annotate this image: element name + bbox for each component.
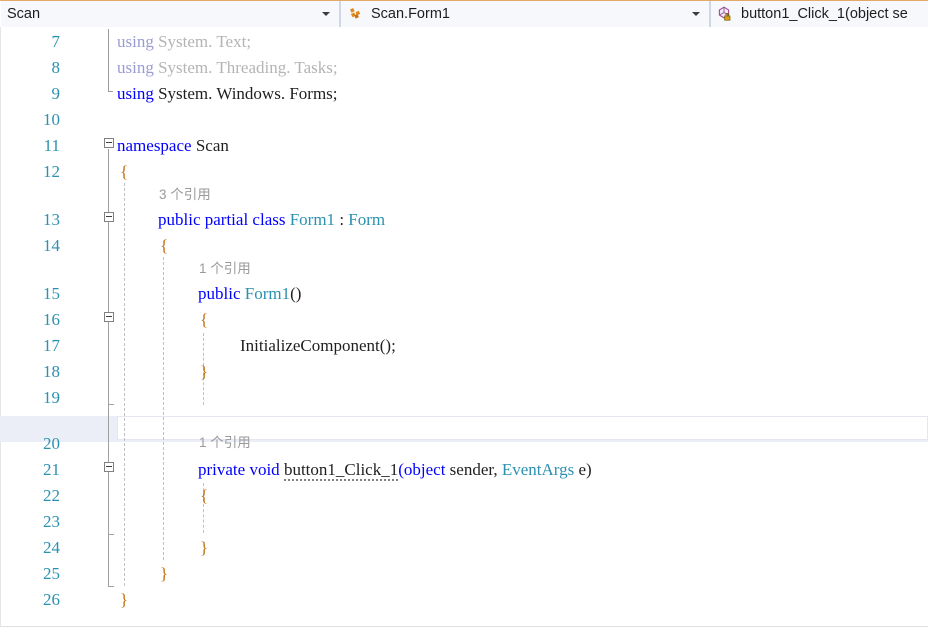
code-line-9: using System. Windows. Forms; <box>117 81 338 107</box>
code-line-14: { <box>160 233 168 259</box>
type-dropdown-label: Scan.Form1 <box>371 6 450 22</box>
member-dropdown-label: button1_Click_1(object se <box>741 6 908 22</box>
code-token-brace: { <box>200 486 209 505</box>
codelens-method-references[interactable]: 1 个引用 <box>199 429 251 455</box>
code-token-text: (); <box>379 336 396 355</box>
code-editor-surface[interactable]: 7 8 9 10 11 12 13 14 15 16 17 18 19 20 2… <box>0 27 928 627</box>
collapse-toggle-constructor[interactable] <box>104 312 114 322</box>
code-token-type: EventArgs <box>501 460 575 479</box>
collapse-toggle-namespace[interactable] <box>104 138 114 148</box>
line-number: 20 <box>43 434 60 453</box>
code-token-method-name: button1_Click_1 <box>283 460 399 481</box>
code-token-brace: { <box>120 162 129 181</box>
code-token-brace: } <box>200 362 209 381</box>
region-guide-using <box>108 29 109 91</box>
code-line-15: public Form1() <box>198 281 301 307</box>
code-token-type: Form1 <box>289 210 336 229</box>
code-token-identifier: Scan <box>191 136 229 155</box>
visual-studio-code-editor-window: Scan Scan.Form1 button1_Click_1(object s… <box>0 0 928 627</box>
indent-guide-level2 <box>163 257 165 560</box>
code-token-text: System. Threading. Tasks; <box>153 58 338 77</box>
line-number: 10 <box>43 110 60 129</box>
code-token-keyword: void <box>249 460 280 479</box>
code-token-parameter: e) <box>578 460 592 479</box>
project-dropdown[interactable]: Scan <box>0 1 340 27</box>
code-token-parameter: sender, <box>449 460 498 479</box>
region-guide-method-endcap <box>108 534 114 535</box>
collapse-toggle-class[interactable] <box>104 212 114 222</box>
code-line-17: InitializeComponent(); <box>240 333 396 359</box>
line-number: 8 <box>51 58 61 77</box>
line-number-gutter: 7 8 9 10 11 12 13 14 15 16 17 18 19 20 2… <box>0 27 72 627</box>
code-line-12: { <box>120 159 128 185</box>
chevron-down-icon <box>692 12 700 16</box>
code-token-brace: } <box>160 564 169 583</box>
navigation-bar: Scan Scan.Form1 button1_Click_1(object s… <box>0 0 928 27</box>
line-number: 25 <box>43 564 60 583</box>
code-line-25: } <box>120 587 128 613</box>
code-token-keyword: using <box>117 58 154 77</box>
method-private-icon <box>716 5 734 23</box>
line-number: 18 <box>43 362 60 381</box>
code-line-24: } <box>160 561 168 587</box>
indent-guide-level1 <box>124 183 126 586</box>
region-guide-constructor-endcap <box>108 404 114 405</box>
collapse-toggle-method[interactable] <box>104 462 114 472</box>
code-token-keyword: using <box>117 32 154 51</box>
line-number: 13 <box>43 210 60 229</box>
code-token-brace: { <box>200 310 209 329</box>
code-token-method-call: InitializeComponent <box>240 336 380 355</box>
line-number: 16 <box>43 310 60 329</box>
line-number: 26 <box>43 590 60 609</box>
line-number: 21 <box>43 460 60 479</box>
code-token-type: Form1 <box>244 284 291 303</box>
region-guide-using-endcap <box>108 91 113 92</box>
code-line-7: using System. Text; <box>117 29 251 55</box>
line-number: 17 <box>43 336 60 355</box>
code-token-brace: } <box>200 538 209 557</box>
outlining-margin[interactable] <box>100 27 120 627</box>
code-token-keyword: class <box>252 210 286 229</box>
line-number: 23 <box>43 512 60 531</box>
line-number: 7 <box>51 32 61 51</box>
code-token-keyword: public <box>158 210 201 229</box>
code-token-keyword: namespace <box>117 136 192 155</box>
codelens-constructor-references[interactable]: 1 个引用 <box>199 255 251 281</box>
line-number: 9 <box>51 84 61 103</box>
line-number: 12 <box>43 162 60 181</box>
line-number: 11 <box>43 136 60 155</box>
chevron-down-icon <box>322 12 330 16</box>
line-number: 14 <box>43 236 60 255</box>
code-line-21: { <box>200 483 208 509</box>
code-line-20: private void button1_Click_1(object send… <box>198 457 592 483</box>
member-dropdown[interactable]: button1_Click_1(object se <box>710 1 928 27</box>
line-number: 24 <box>43 538 60 557</box>
codelens-class-references[interactable]: 3 个引用 <box>159 181 211 207</box>
project-dropdown-label: Scan <box>7 6 41 22</box>
code-token-keyword: public <box>198 284 241 303</box>
code-token-brace: { <box>160 236 169 255</box>
code-token-parameter: (object <box>398 460 446 479</box>
line-number: 15 <box>43 284 60 303</box>
code-line-11: namespace Scan <box>117 133 229 159</box>
code-token-keyword: partial <box>204 210 249 229</box>
code-token-type: Form <box>348 210 386 229</box>
code-token-text: System. Text; <box>153 32 252 51</box>
line-number: 19 <box>43 388 60 407</box>
code-token-text: System. Windows. Forms; <box>153 84 338 103</box>
class-icon <box>346 5 364 23</box>
type-dropdown[interactable]: Scan.Form1 <box>340 1 710 27</box>
code-token-keyword: using <box>117 84 154 103</box>
line-number: 22 <box>43 486 60 505</box>
code-line-8: using System. Threading. Tasks; <box>117 55 338 81</box>
code-token-keyword: private <box>198 460 246 479</box>
code-line-23: } <box>200 535 208 561</box>
region-guide-namespace-endcap <box>108 586 114 587</box>
code-line-16: { <box>200 307 208 333</box>
code-line-13: public partial class Form1 : Form <box>158 207 385 233</box>
code-token-parens: () <box>290 284 302 303</box>
code-token-brace: } <box>120 590 129 609</box>
code-line-18: } <box>200 359 208 385</box>
